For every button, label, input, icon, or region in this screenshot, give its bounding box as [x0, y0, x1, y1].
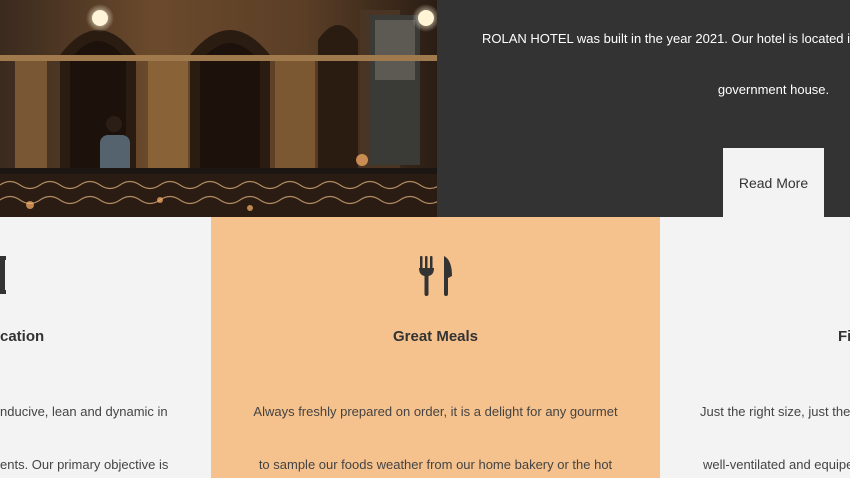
hotel-lobby-image	[0, 0, 437, 217]
feature-card-fitness: Fi Just the right size, just the well-ve…	[660, 217, 850, 478]
feature-text-line: ents. Our primary objective is	[0, 457, 169, 472]
hotel-lobby-photo	[0, 0, 437, 217]
feature-title-fitness: Fi	[838, 328, 850, 345]
bed-icon	[0, 256, 6, 294]
feature-text-line: nducive, lean and dynamic in	[0, 404, 168, 419]
feature-card-great-meals: Great Meals Always freshly prepared on o…	[211, 217, 660, 478]
feature-text-line: Always freshly prepared on order, it is …	[253, 404, 618, 419]
feature-text-line: Just the right size, just the	[700, 404, 850, 419]
fork-knife-icon	[418, 256, 454, 296]
feature-title-location: cation	[0, 328, 45, 345]
feature-card-location: cation nducive, lean and dynamic in ents…	[0, 217, 211, 478]
feature-text-line: to sample our foods weather from our hom…	[258, 457, 613, 472]
feature-title-great-meals: Great Meals	[392, 328, 479, 345]
about-text-line1: ROLAN HOTEL was built in the year 2021. …	[482, 31, 850, 46]
about-section: ROLAN HOTEL was built in the year 2021. …	[437, 0, 850, 217]
read-more-button[interactable]: Read More	[723, 148, 824, 217]
feature-text-line: well-ventilated and equipe	[703, 457, 850, 472]
about-text-line2: government house.	[717, 82, 830, 97]
